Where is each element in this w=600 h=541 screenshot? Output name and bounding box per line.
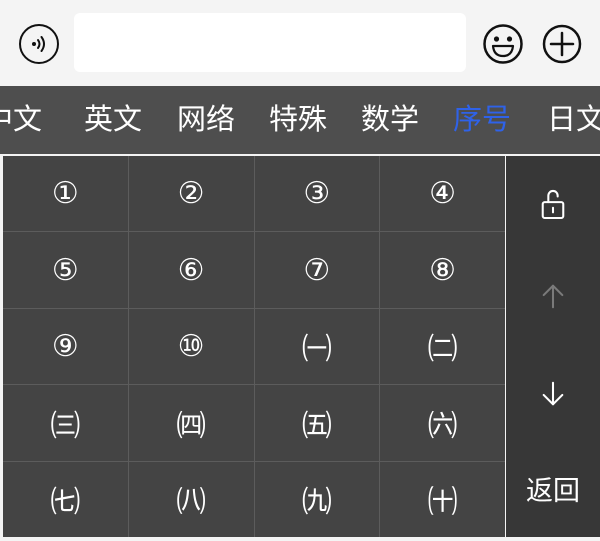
symbol-key[interactable]: ⑩ xyxy=(128,308,254,385)
symbol-key[interactable]: ⑦ xyxy=(254,232,380,308)
symbol-key[interactable]: ㈩ xyxy=(380,461,505,537)
symbol-key[interactable]: ㈥ xyxy=(380,385,505,461)
back-button[interactable]: 返回 xyxy=(506,456,600,520)
plus-circle-icon[interactable] xyxy=(542,24,582,64)
unlock-icon[interactable] xyxy=(506,170,600,238)
symbol-key[interactable]: ③ xyxy=(254,156,380,232)
symbol-key[interactable]: ④ xyxy=(380,156,505,232)
symbol-key[interactable]: ㈧ xyxy=(128,461,254,537)
symbol-key[interactable]: ⑤ xyxy=(3,232,128,308)
tab-network[interactable]: 网络 xyxy=(177,86,235,154)
symbol-key[interactable]: ㈦ xyxy=(3,461,128,537)
symbol-key[interactable]: ⑥ xyxy=(128,232,254,308)
text-input-field[interactable] xyxy=(74,13,466,72)
arrow-down-icon[interactable] xyxy=(506,359,600,429)
symbol-key[interactable]: ② xyxy=(128,156,254,232)
side-control-panel: 返回 xyxy=(506,156,600,537)
symbol-key[interactable]: ① xyxy=(3,156,128,232)
symbol-key[interactable]: ㈠ xyxy=(254,308,380,385)
symbol-key[interactable]: ⑧ xyxy=(380,232,505,308)
symbol-key[interactable]: ㈣ xyxy=(128,385,254,461)
symbol-key[interactable]: ㈨ xyxy=(254,461,380,537)
symbol-key[interactable]: ㈢ xyxy=(3,385,128,461)
input-bar xyxy=(0,0,600,86)
tab-english[interactable]: 英文 xyxy=(84,86,142,154)
symbol-key[interactable]: ㈤ xyxy=(254,385,380,461)
symbol-key[interactable]: ㈡ xyxy=(380,308,505,385)
tab-serial-number[interactable]: 序号 xyxy=(453,86,511,154)
smiley-icon[interactable] xyxy=(482,23,524,65)
tab-japanese[interactable]: 日文 xyxy=(547,86,600,154)
voice-input-icon[interactable] xyxy=(19,24,59,64)
tab-chinese[interactable]: 中文 xyxy=(0,86,42,154)
tab-math[interactable]: 数学 xyxy=(361,86,419,154)
tab-special[interactable]: 特殊 xyxy=(269,86,327,154)
symbol-key-grid: ① ② ③ ④ ⑤ ⑥ ⑦ ⑧ ⑨ ⑩ ㈠ ㈡ ㈢ ㈣ ㈤ ㈥ ㈦ ㈧ ㈨ ㈩ xyxy=(3,156,505,537)
symbol-category-bar: 中文 英文 网络 特殊 数学 序号 日文 xyxy=(0,86,600,154)
symbol-key[interactable]: ⑨ xyxy=(3,308,128,385)
bottom-edge xyxy=(0,537,600,541)
arrow-up-icon[interactable] xyxy=(506,261,600,331)
back-button-label: 返回 xyxy=(526,475,580,507)
